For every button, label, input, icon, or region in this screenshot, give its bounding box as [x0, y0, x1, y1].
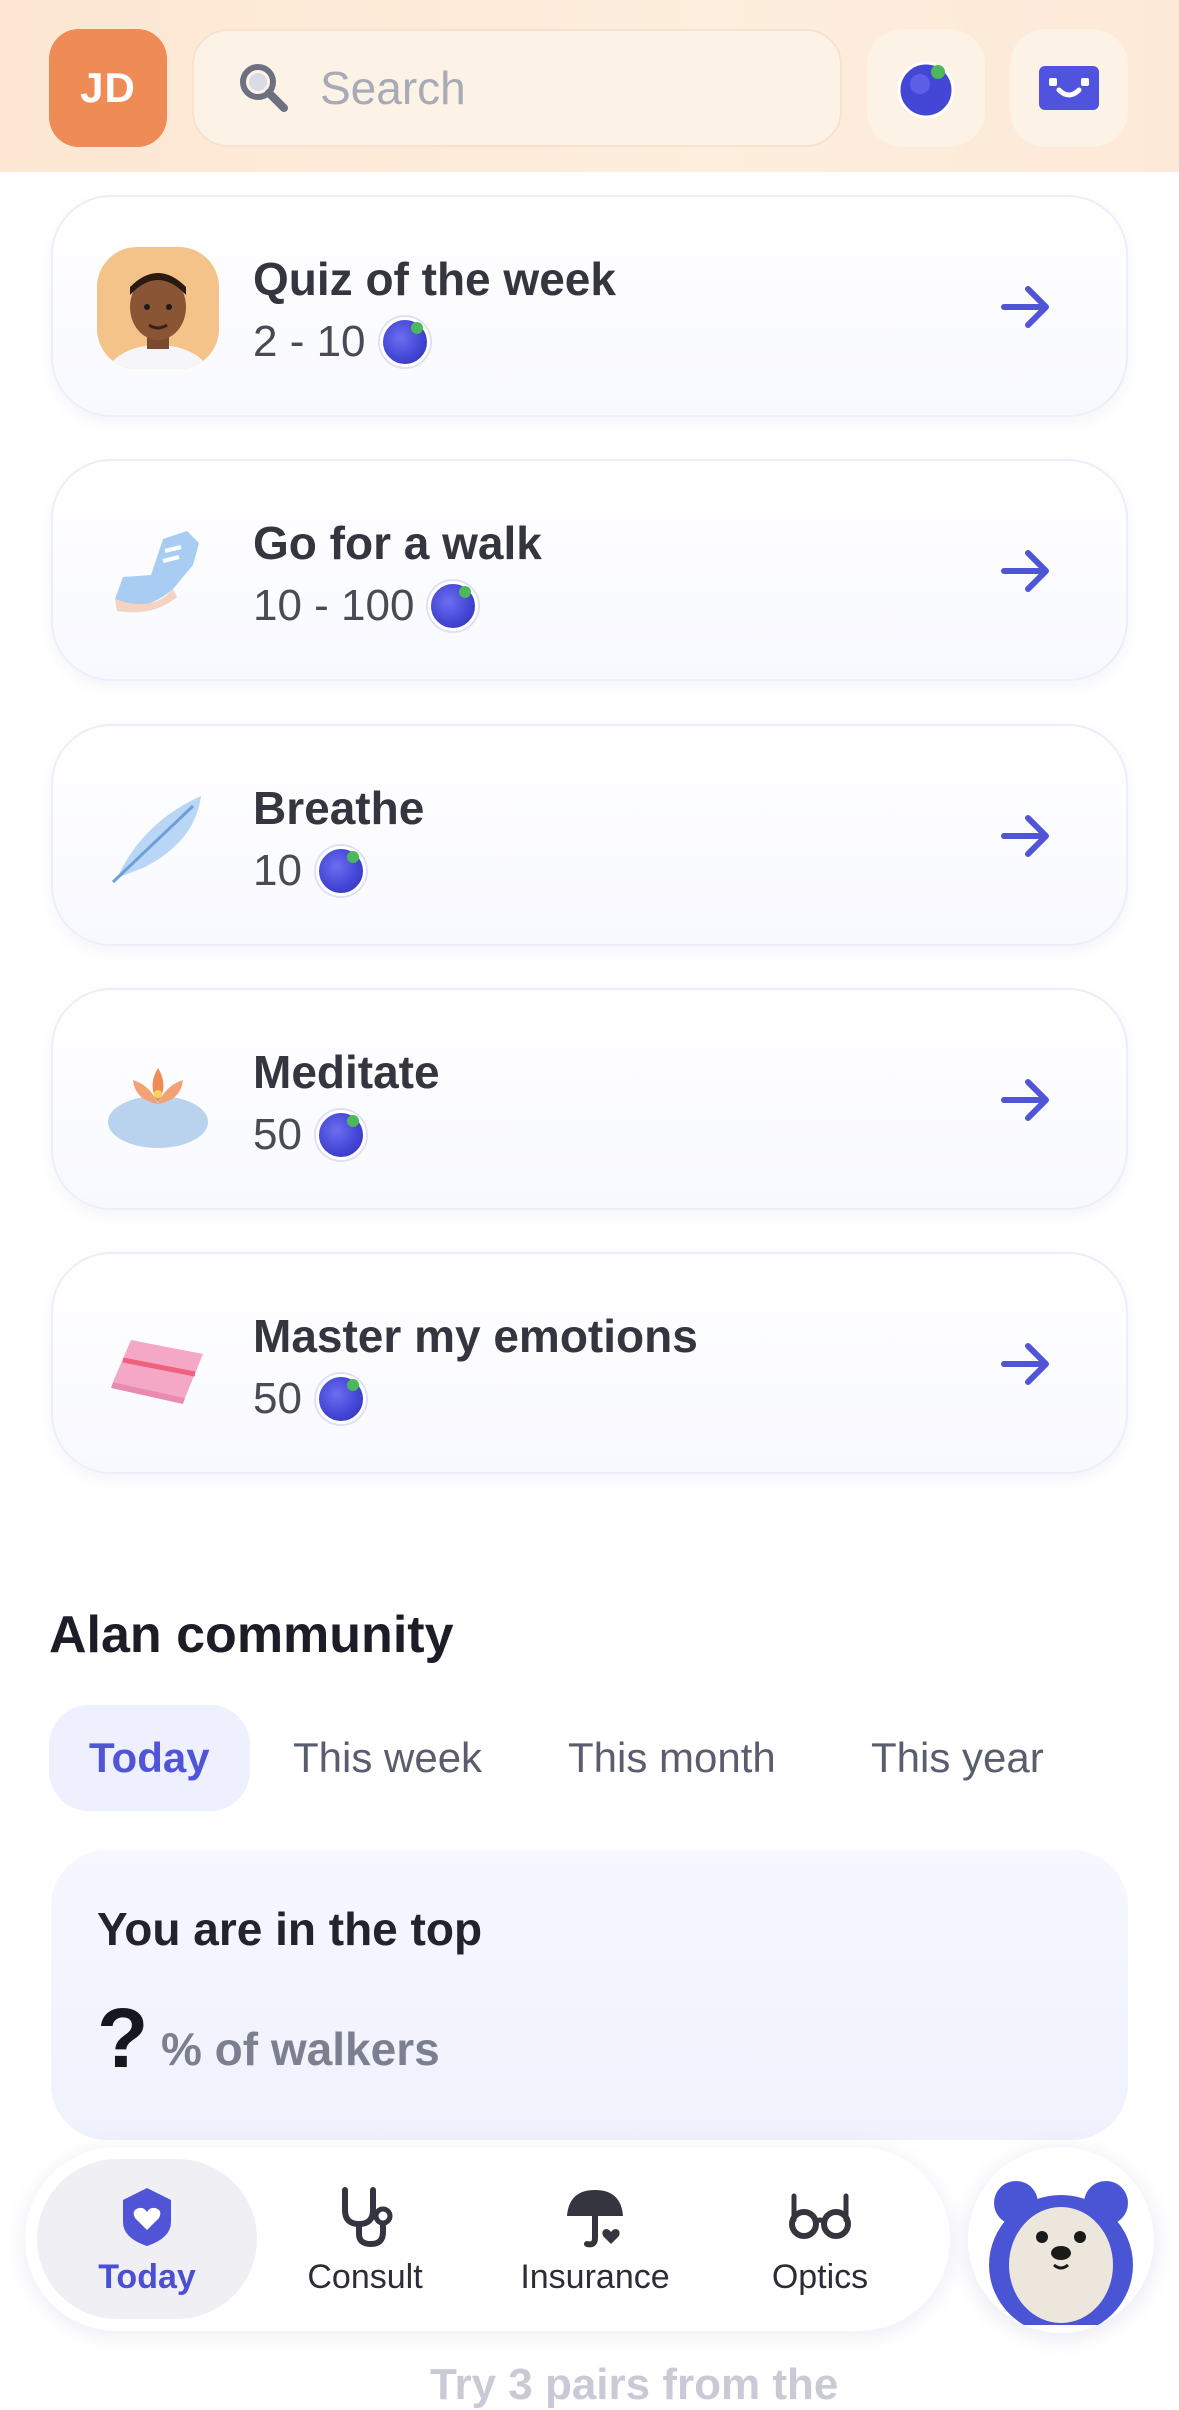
- card-reward: 50: [253, 1110, 366, 1160]
- feather-icon: [97, 776, 219, 898]
- umbrella-heart-icon: [567, 2189, 623, 2247]
- person-avatar-icon: [97, 247, 219, 369]
- arrow-right-icon: [1001, 1343, 1049, 1385]
- peek-text: Try 3 pairs from the: [430, 2360, 839, 2409]
- berry-icon: [315, 1110, 366, 1160]
- reward-amount: 10: [253, 846, 302, 895]
- challenge-card-meditate[interactable]: Meditate 50: [51, 988, 1128, 1210]
- nav-label: Insurance: [520, 2257, 670, 2296]
- berry-icon: [428, 581, 479, 631]
- stethoscope-icon: [342, 2186, 393, 2247]
- reward-amount: 50: [253, 1110, 302, 1159]
- arrow-right-icon: [1001, 550, 1049, 592]
- mascot-bear-button[interactable]: [968, 2147, 1154, 2333]
- nav-today[interactable]: Today: [37, 2159, 257, 2319]
- card-reward: 50: [253, 1374, 366, 1424]
- card-title: Go for a walk: [253, 517, 542, 569]
- nav-insurance[interactable]: Insurance: [495, 2159, 695, 2319]
- card-title: Master my emotions: [253, 1310, 698, 1362]
- bottom-nav: Today Consult Insurance Optics: [25, 2147, 950, 2331]
- challenge-card-walk[interactable]: Go for a walk 10 - 100: [51, 459, 1128, 681]
- search-icon: [240, 64, 288, 112]
- top-bar: JD: [0, 0, 1179, 172]
- profile-avatar[interactable]: JD: [49, 29, 167, 147]
- card-reward: 10 - 100: [253, 581, 479, 631]
- arrow-right-icon: [1001, 1079, 1049, 1121]
- card-title: Meditate: [253, 1046, 440, 1098]
- ranking-card: You are in the top ? % of walkers: [51, 1850, 1128, 2140]
- berry-icon: [897, 61, 955, 119]
- reward-amount: 2 - 10: [253, 317, 366, 366]
- tab-this-week[interactable]: This week: [293, 1705, 482, 1811]
- search-input[interactable]: [318, 60, 822, 116]
- notebook-icon: [97, 1304, 219, 1426]
- nav-optics[interactable]: Optics: [730, 2159, 910, 2319]
- glasses-icon: [789, 2193, 851, 2239]
- nav-consult[interactable]: Consult: [275, 2159, 455, 2319]
- tab-this-month[interactable]: This month: [568, 1705, 776, 1811]
- arrow-right-icon: [1001, 815, 1049, 857]
- bear-mascot-icon: [989, 2181, 1133, 2325]
- lotus-icon: [97, 1040, 219, 1162]
- tab-this-year[interactable]: This year: [871, 1705, 1044, 1811]
- bot-icon: [1039, 66, 1099, 110]
- challenge-card-quiz[interactable]: Quiz of the week 2 - 10: [51, 195, 1128, 417]
- ranking-heading: You are in the top: [97, 1903, 483, 1955]
- berry-icon: [379, 317, 430, 367]
- section-title-community: Alan community: [49, 1606, 454, 1664]
- heart-shield-icon: [123, 2187, 171, 2246]
- assistant-button[interactable]: [1010, 29, 1128, 147]
- card-reward: 2 - 10: [253, 317, 430, 367]
- berries-button[interactable]: [867, 29, 985, 147]
- search-bar[interactable]: [192, 29, 842, 147]
- reward-amount: 10 - 100: [253, 581, 415, 630]
- nav-label: Today: [98, 2257, 196, 2296]
- nav-label: Consult: [307, 2257, 423, 2296]
- card-title: Quiz of the week: [253, 253, 616, 305]
- challenge-card-emotions[interactable]: Master my emotions 50: [51, 1252, 1128, 1474]
- ranking-value: ?: [97, 1991, 149, 2085]
- tab-today[interactable]: Today: [49, 1705, 250, 1811]
- reward-amount: 50: [253, 1374, 302, 1423]
- nav-label: Optics: [771, 2257, 869, 2296]
- challenge-card-breathe[interactable]: Breathe 10: [51, 724, 1128, 946]
- arrow-right-icon: [1001, 286, 1049, 328]
- berry-icon: [315, 846, 366, 896]
- berry-icon: [315, 1374, 366, 1424]
- ranking-suffix: % of walkers: [161, 2023, 440, 2075]
- sneaker-icon: [97, 511, 219, 633]
- card-title: Breathe: [253, 782, 425, 834]
- card-reward: 10: [253, 846, 366, 896]
